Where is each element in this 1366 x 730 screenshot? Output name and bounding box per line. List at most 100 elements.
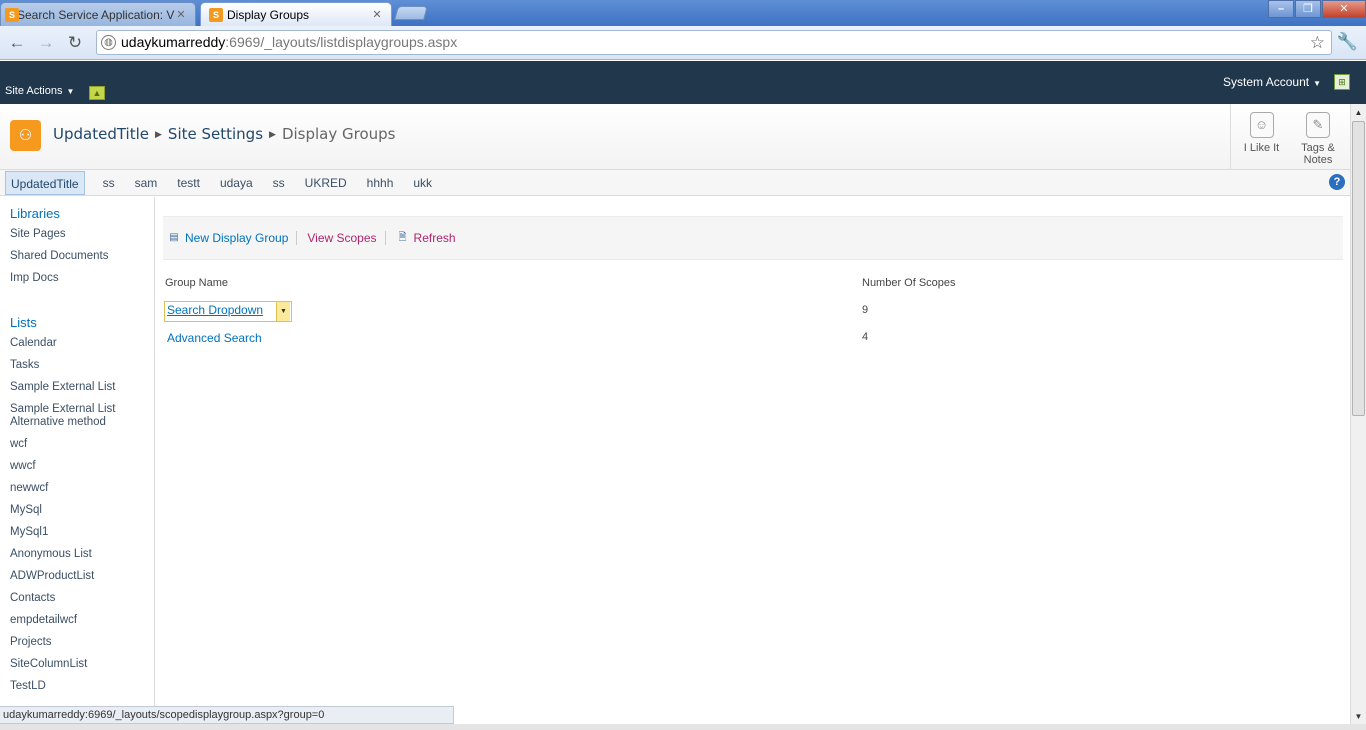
scrollbar-thumb[interactable]	[1352, 121, 1365, 416]
chevron-down-icon[interactable]: ▼	[276, 302, 290, 321]
ql-item-wwcf[interactable]: wwcf	[10, 460, 154, 473]
vertical-scrollbar[interactable]: ▲ ▼	[1350, 104, 1366, 726]
i-like-it-button[interactable]: ☺ I Like It	[1230, 104, 1292, 170]
group-name-link[interactable]: Advanced Search	[167, 331, 262, 345]
browser-toolbar: ← → ↻ ◍ udaykumarreddy:6969/_layouts/lis…	[0, 26, 1366, 60]
breadcrumb-separator-icon: ▶	[269, 130, 276, 140]
ql-item-tasks[interactable]: Tasks	[10, 359, 154, 372]
ql-item-sample-external-list-alt[interactable]: Sample External List Alternative method	[10, 403, 154, 429]
i-like-it-label: I Like It	[1243, 142, 1280, 154]
ql-item-adwproductlist[interactable]: ADWProductList	[10, 570, 154, 583]
account-label: System Account	[1223, 75, 1310, 89]
tags-notes-label-2: Notes	[1303, 154, 1333, 166]
window-bottom-edge	[0, 724, 1366, 730]
site-actions-label: Site Actions	[5, 85, 63, 97]
help-icon[interactable]: ?	[1329, 174, 1345, 190]
address-bar[interactable]: ◍ udaykumarreddy:6969/_layouts/listdispl…	[96, 30, 1332, 55]
user-status-icon[interactable]: ⊞	[1334, 74, 1350, 90]
table-header: Group Name Number Of Scopes	[163, 260, 1343, 298]
topnav-item-hhhh[interactable]: hhhh	[357, 171, 404, 195]
url-host: udaykumarreddy	[121, 34, 226, 50]
ql-item-site-pages[interactable]: Site Pages	[10, 228, 154, 241]
page-title: Display Groups	[281, 125, 396, 143]
topnav-item-testt[interactable]: testt	[167, 171, 210, 195]
refresh-page-icon: 🗎	[398, 232, 407, 243]
libraries-list: Site Pages Shared Documents Imp Docs	[10, 228, 154, 285]
site-actions-menu[interactable]: Site Actions ▼	[5, 85, 74, 97]
ql-item-newwcf[interactable]: newwcf	[10, 482, 154, 495]
topnav-item-udaya[interactable]: udaya	[210, 171, 263, 195]
topnav-item-ss[interactable]: ss	[93, 171, 125, 195]
refresh-button[interactable]: 🗎 Refresh	[396, 231, 456, 245]
ql-item-testld[interactable]: TestLD	[10, 680, 154, 693]
new-item-icon: ▤	[169, 232, 179, 243]
ql-item-contacts[interactable]: Contacts	[10, 592, 154, 605]
topnav-item-updatedtitle[interactable]: UpdatedTitle	[5, 171, 85, 195]
globe-icon: ◍	[101, 35, 116, 50]
browser-titlebar: S Search Service Application: Vi ✕ S Dis…	[0, 0, 1366, 26]
site-logo-icon[interactable]: ⚇	[10, 120, 41, 151]
new-display-group-button[interactable]: ▤ New Display Group	[167, 231, 288, 245]
scope-count: 4	[862, 331, 869, 343]
ql-item-anonymous-list[interactable]: Anonymous List	[10, 548, 154, 561]
wrench-icon[interactable]: 🔧	[1337, 32, 1358, 52]
table-row[interactable]: Advanced Search 4	[163, 325, 1343, 352]
ql-item-shared-documents[interactable]: Shared Documents	[10, 250, 154, 263]
topnav-item-ukred[interactable]: UKRED	[295, 171, 357, 195]
tab-close-icon[interactable]: ✕	[371, 8, 383, 21]
bookmark-star-icon[interactable]: ☆	[1310, 31, 1325, 54]
tab-title: Display Groups	[227, 7, 310, 22]
breadcrumb-separator-icon: ▶	[155, 130, 162, 140]
maximize-icon[interactable]: ❐	[1295, 0, 1321, 18]
topnav-item-ukk[interactable]: ukk	[403, 171, 442, 195]
quick-launch: Libraries Site Pages Shared Documents Im…	[0, 197, 155, 707]
tab-close-icon[interactable]: ✕	[175, 8, 187, 21]
window-controls: – ❐ ✕	[1267, 0, 1366, 18]
topnav-item-sam[interactable]: sam	[125, 171, 168, 195]
tags-notes-button[interactable]: ✎ Tags & Notes	[1292, 104, 1344, 170]
group-name-link[interactable]: Search Dropdown	[167, 303, 263, 317]
scroll-up-icon[interactable]: ▲	[1351, 106, 1366, 120]
forward-arrow-icon[interactable]: →	[35, 32, 57, 54]
libraries-heading[interactable]: Libraries	[10, 206, 154, 225]
breadcrumb-site-settings[interactable]: Site Settings	[168, 125, 263, 143]
toolbar-divider	[296, 231, 298, 245]
refresh-label: Refresh	[413, 231, 456, 245]
chevron-down-icon: ▼	[1313, 79, 1321, 88]
account-menu[interactable]: System Account ▼	[1223, 75, 1321, 89]
tag-note-icon: ✎	[1306, 112, 1330, 138]
reload-icon[interactable]: ↻	[64, 32, 86, 54]
chevron-down-icon: ▼	[66, 87, 75, 96]
minimize-icon[interactable]: –	[1268, 0, 1294, 18]
view-scopes-button[interactable]: View Scopes	[307, 231, 376, 245]
table-row[interactable]: Search Dropdown ▼ 9	[163, 298, 1343, 325]
browser-tab-search-service[interactable]: S Search Service Application: Vi ✕	[0, 2, 196, 26]
topnav-item-ss-2[interactable]: ss	[263, 171, 295, 195]
url-path: :6969/_layouts/listdisplaygroups.aspx	[225, 34, 458, 50]
ql-item-empdetailwcf[interactable]: empdetailwcf	[10, 614, 154, 627]
navigate-up-icon[interactable]: ▲	[89, 86, 105, 100]
ql-item-wcf[interactable]: wcf	[10, 438, 154, 451]
ql-item-imp-docs[interactable]: Imp Docs	[10, 272, 154, 285]
ql-item-calendar[interactable]: Calendar	[10, 337, 154, 350]
breadcrumb-site[interactable]: UpdatedTitle	[53, 125, 149, 143]
column-header-number-of-scopes[interactable]: Number Of Scopes	[862, 277, 956, 289]
sharepoint-favicon-icon: S	[209, 8, 223, 22]
ql-item-mysql1[interactable]: MySql1	[10, 526, 154, 539]
sharepoint-ribbon: Site Actions ▼ ▲ System Account ▼ ⊞	[0, 61, 1366, 104]
ql-item-mysql[interactable]: MySql	[10, 504, 154, 517]
scroll-down-icon[interactable]: ▼	[1351, 710, 1366, 724]
ql-item-projects[interactable]: Projects	[10, 636, 154, 649]
new-tab-button[interactable]	[394, 6, 428, 20]
lists-heading[interactable]: Lists	[10, 315, 154, 334]
column-header-group-name[interactable]: Group Name	[165, 277, 228, 289]
thumbs-up-tag-icon: ☺	[1249, 112, 1274, 138]
tags-notes-label-1: Tags &	[1301, 142, 1335, 154]
browser-tab-display-groups[interactable]: S Display Groups ✕	[200, 2, 392, 26]
ql-item-sitecolumnlist[interactable]: SiteColumnList	[10, 658, 154, 671]
back-arrow-icon[interactable]: ←	[6, 32, 28, 54]
title-area: ⚇ UpdatedTitle ▶ Site Settings ▶ Display Gro…	[0, 104, 1350, 170]
main-content: ▤ New Display Group View Scopes 🗎 Refres…	[163, 216, 1343, 352]
window-close-icon[interactable]: ✕	[1322, 0, 1366, 18]
ql-item-sample-external-list[interactable]: Sample External List	[10, 381, 154, 394]
